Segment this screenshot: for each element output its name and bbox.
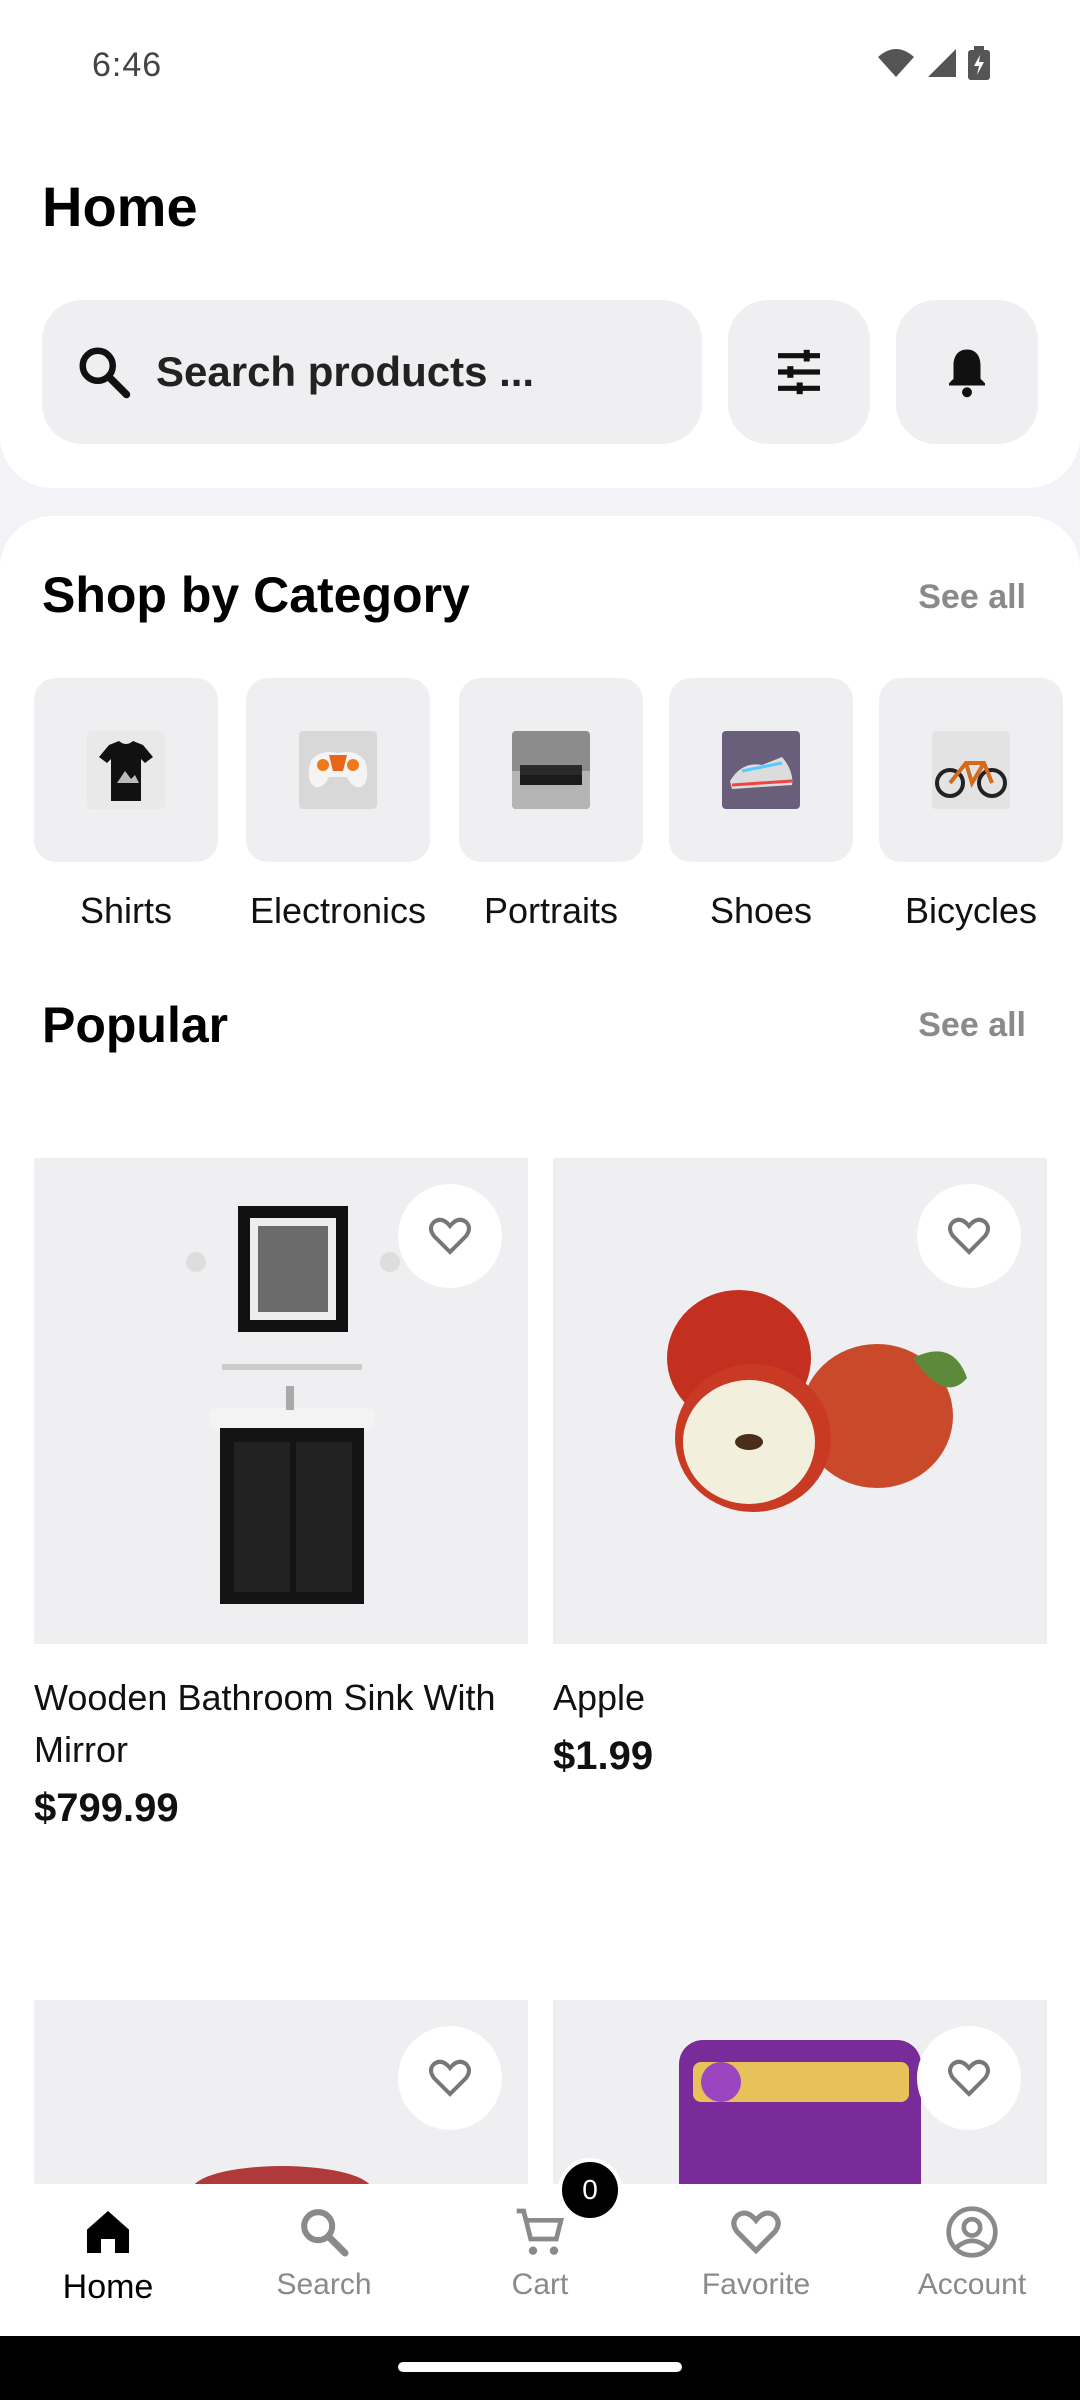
heart-outline-icon [948,2059,990,2097]
page-title: Home [42,175,198,238]
nav-account[interactable]: Account [864,2184,1080,2336]
nav-favorite[interactable]: Favorite [648,2184,864,2336]
system-gesture-bar [0,2336,1080,2400]
category-label: Portraits [483,890,619,931]
sliders-icon [778,349,820,395]
product-price: $799.99 [34,1786,179,1830]
search-icon [79,347,131,399]
favorite-button[interactable] [398,2026,502,2130]
popular-section-title: Popular [42,997,229,1053]
product-image [553,2000,1047,2184]
battery-icon [968,46,990,80]
nav-label: Favorite [701,2268,811,2301]
nav-label: Cart [511,2268,569,2301]
category-thumbnail [246,678,430,862]
nav-label: Search [276,2268,372,2301]
favorite-button[interactable] [917,1184,1021,1288]
game-controller-image [299,731,377,809]
category-section-title: Shop by Category [42,567,470,623]
category-list: Shirts Electronics Portraits Shoes Bicyc… [34,678,1080,938]
heart-outline-icon [429,1217,471,1255]
product-name: Wooden Bathroom Sink With Mirror [34,1677,496,1770]
search-placeholder: Search products ... [156,348,535,395]
home-gesture-handle[interactable] [398,2362,682,2372]
nav-cart[interactable]: 0 Cart [432,2158,648,2336]
product-image [34,2000,528,2184]
category-item-portraits[interactable]: Portraits [459,678,643,932]
main-content: Shop by Category See all Shirts Electron… [0,516,1080,2184]
category-item-electronics[interactable]: Electronics [246,678,430,932]
shirt-image [87,731,165,809]
category-label: Shoes [709,890,813,931]
nav-search[interactable]: Search [216,2184,432,2336]
category-see-all-link[interactable]: See all [918,578,1026,617]
product-card-apple[interactable]: Apple $1.99 [553,1158,1047,1779]
popular-see-all-link[interactable]: See all [918,1006,1026,1045]
product-image [34,1158,528,1644]
bell-icon [949,349,985,398]
bicycle-image [932,731,1010,809]
search-input[interactable]: Search products ... [42,300,702,444]
product-image [553,1158,1047,1644]
signal-icon [928,49,956,77]
shoe-image [722,731,800,809]
header: Home Search products ... [0,130,1080,488]
status-bar: 6:46 [0,0,1080,130]
category-thumbnail [459,678,643,862]
wifi-icon [878,49,914,77]
product-price: $1.99 [553,1734,654,1778]
category-thumbnail [34,678,218,862]
category-item-shoes[interactable]: Shoes [669,678,853,932]
search-icon [301,2209,349,2257]
account-icon [946,2206,998,2258]
status-time: 6:46 [92,46,163,84]
heart-icon [731,2210,781,2255]
category-thumbnail [879,678,1063,862]
favorite-button[interactable] [917,2026,1021,2130]
product-card-cat-food[interactable] [553,2000,1047,2184]
category-item-shirts[interactable]: Shirts [34,678,218,932]
status-icons [876,46,990,80]
category-label: Shirts [79,890,173,931]
home-icon [87,2211,129,2253]
nav-label: Home [62,2268,154,2306]
product-name: Apple [553,1677,646,1718]
cart-count-badge: 0 [558,2158,622,2222]
nav-label: Account [917,2268,1027,2301]
bottom-navigation: Home Search 0 Cart Favorite Account [0,2158,1080,2336]
notifications-button[interactable] [896,300,1038,444]
category-label: Electronics [249,890,427,931]
heart-outline-icon [429,2059,471,2097]
favorite-button[interactable] [398,1184,502,1288]
heart-outline-icon [948,1217,990,1255]
nav-home[interactable]: Home [0,2184,216,2336]
category-thumbnail [669,678,853,862]
filter-button[interactable] [728,300,870,444]
category-item-bicycles[interactable]: Bicycles [879,678,1063,932]
category-label: Bicycles [904,890,1038,931]
product-card-meat[interactable] [34,2000,528,2184]
cart-icon [516,2208,564,2255]
sofa-image [512,731,590,809]
product-card-sink[interactable]: Wooden Bathroom Sink With Mirror $799.99 [34,1158,528,1831]
